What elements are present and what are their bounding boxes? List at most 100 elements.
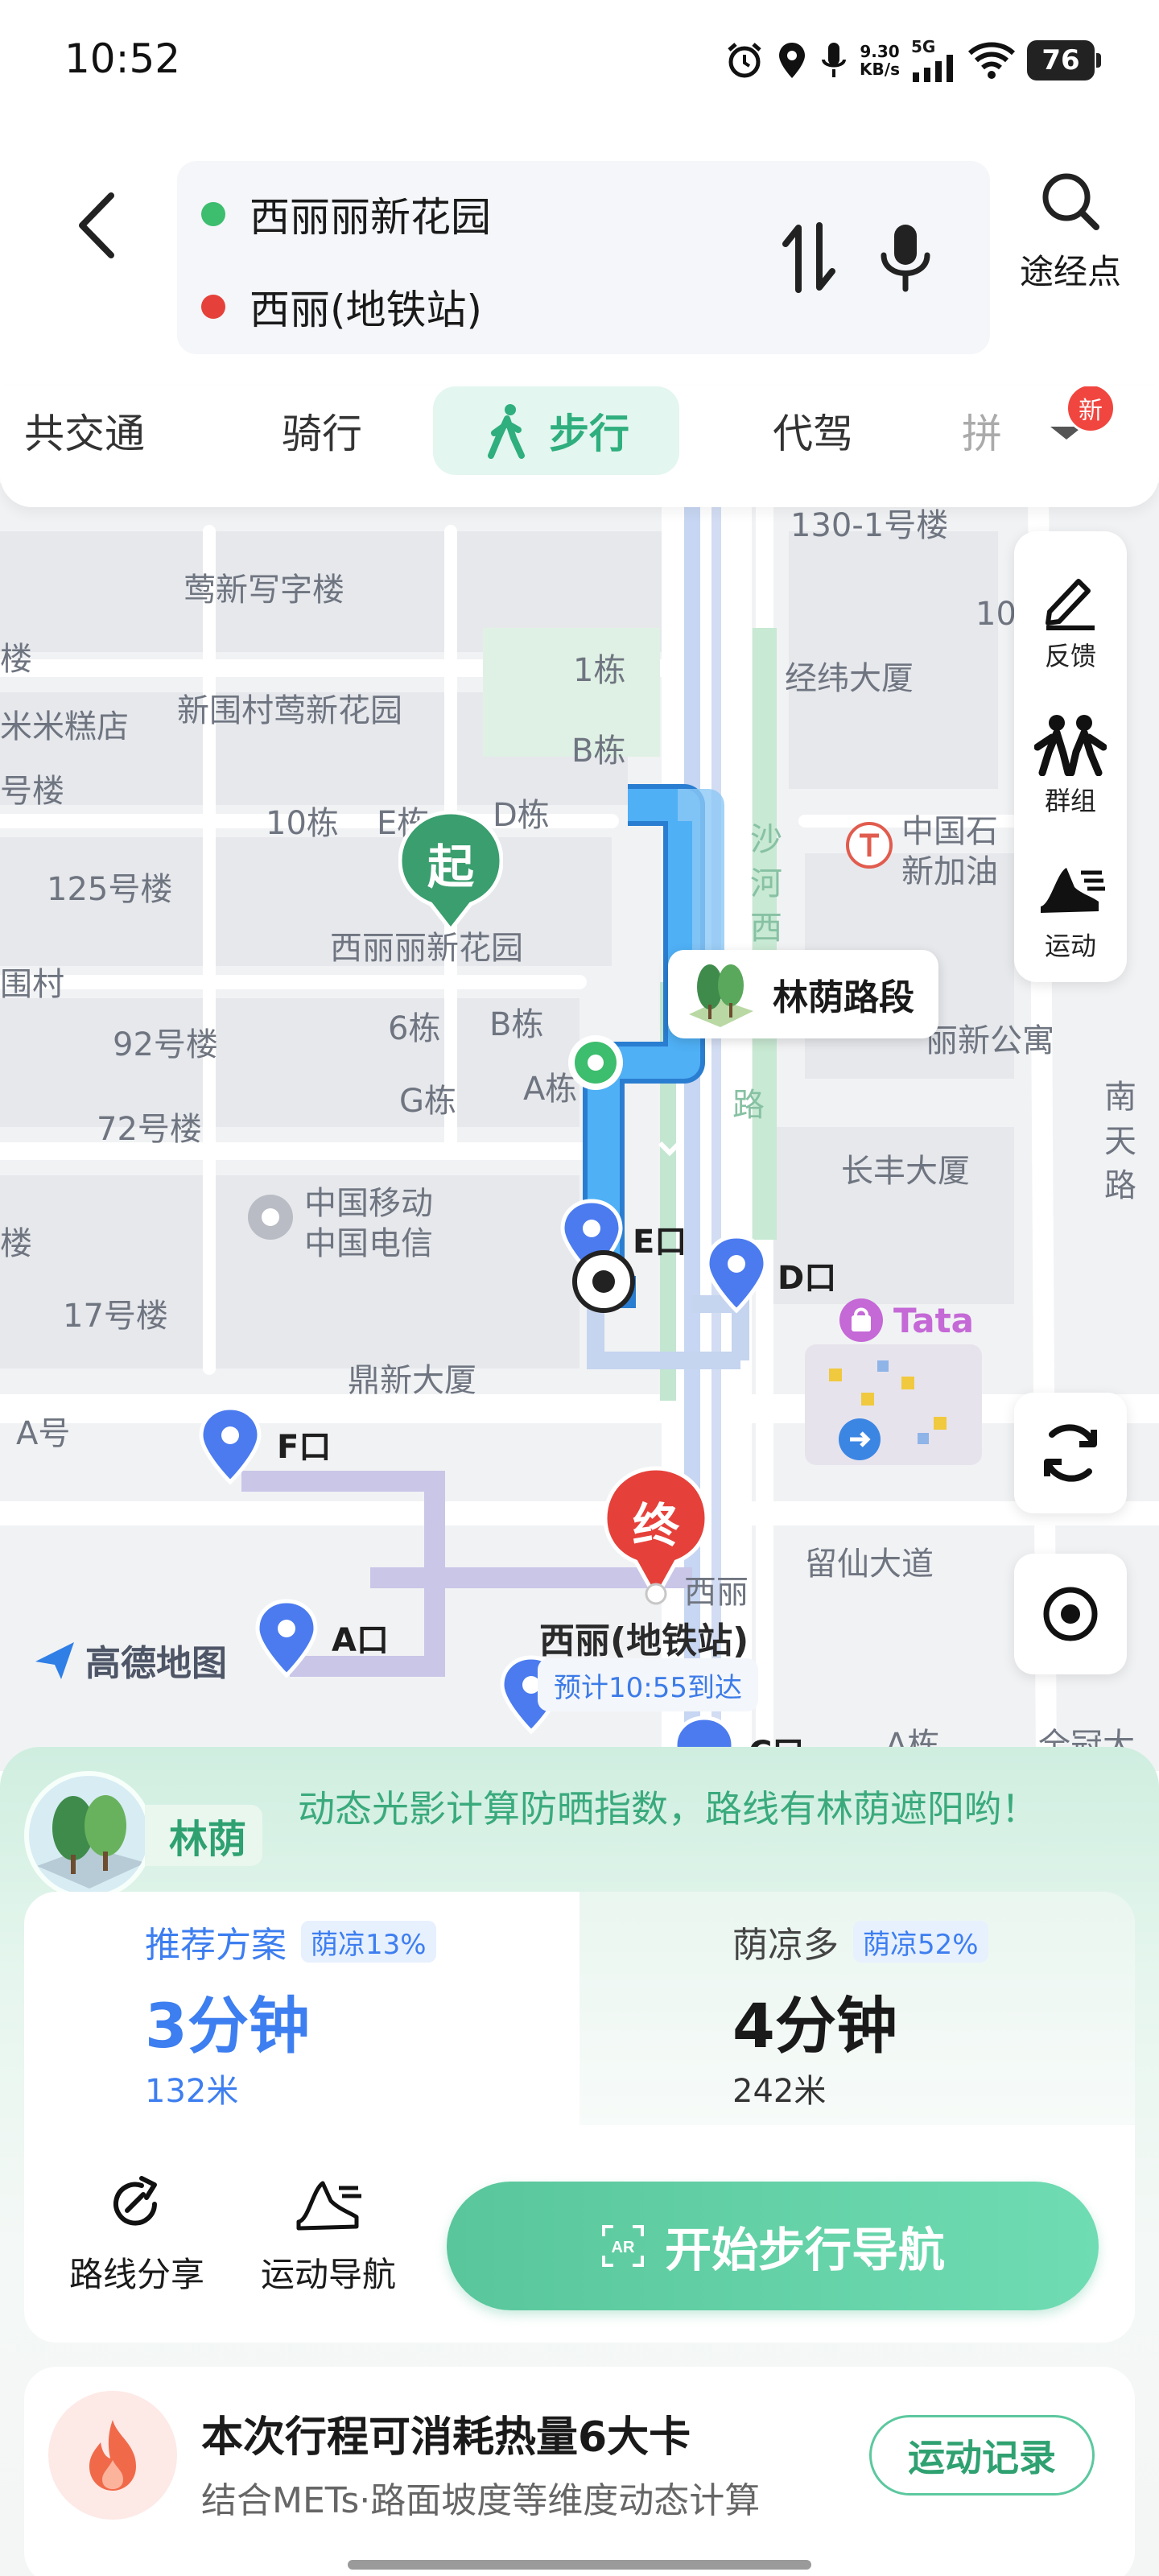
search-icon [1042,173,1099,230]
sport-nav-button[interactable]: 运动导航 [240,2174,417,2310]
map-label: 10 [975,596,1017,633]
sport-button[interactable]: 运动 [1014,837,1127,982]
map-label: 鼎新大厦 [348,1362,476,1399]
back-button[interactable] [64,177,129,274]
signal-icon: 5G [911,39,956,82]
more-modes-button[interactable]: 新 [1030,386,1119,475]
map-label: B栋 [489,1006,544,1043]
route-share-button[interactable]: 路线分享 [48,2174,225,2310]
map-label: 17号楼 [63,1298,168,1335]
plan-duration: 4分钟 [732,1990,897,2062]
trees-icon [689,964,753,1027]
status-icons: 9.30 KB/s 5G 76 [724,32,1101,89]
poi-tata[interactable]: Tata [837,1296,974,1344]
plan-name: 推荐方案 [145,1925,287,1966]
trees-icon [37,1795,146,1889]
map-label: 楼 [0,641,32,678]
tab-transit[interactable]: 共交通 [24,386,185,475]
destination-map-label: 西丽(地铁站) [539,1620,749,1662]
shade-badge: 荫凉52% [853,1921,988,1963]
map-label: G栋 [399,1083,456,1120]
status-bar: 10:52 9.30 KB/s 5G 76 [0,0,1159,121]
start-marker[interactable]: 起 [398,809,503,938]
building-3d-icon [805,1344,982,1465]
waypoint-button[interactable]: 途经点 [998,169,1143,314]
map-view[interactable]: 莺新写字楼 130-1号楼 10 楼 1栋 经纬大厦 米米糕店 新围村莺新花园 … [0,483,1159,1771]
shade-segment-callout[interactable]: 林荫路段 [668,950,938,1038]
swap-button[interactable] [773,217,845,298]
shopping-bag-icon [839,1298,883,1342]
exit-e-label[interactable]: E口 [633,1216,687,1262]
map-label: 号楼 [0,773,64,810]
tab-walking[interactable]: 步行 [433,386,679,475]
swap-icon [782,222,835,293]
status-time: 10:52 [64,35,181,82]
wifi-icon [967,42,1016,79]
end-marker[interactable]: 终 [604,1465,708,1606]
map-label: 路 [1104,1167,1136,1204]
waypoint-label: 途经点 [1019,252,1121,291]
battery-icon: 76 [1027,40,1101,80]
start-walking-navigation-button[interactable]: AR 开始步行导航 [447,2182,1099,2310]
walk-start-dot [568,1035,623,1090]
voice-input-button[interactable] [869,217,942,298]
map-label: 河 [750,865,782,902]
exit-f-label[interactable]: F口 [277,1421,331,1468]
map-label: 西 [750,910,782,947]
map-label: 10栋 [266,805,339,842]
origin-dot [201,202,225,226]
locate-me-button[interactable] [1014,1554,1127,1674]
back-arrow-icon [79,192,114,258]
pencil-icon [1046,579,1095,630]
current-location-icon [572,1250,635,1313]
destination-input[interactable]: 西丽(地铁站) [250,278,482,336]
shade-name-tag: 林荫 [145,1805,263,1866]
map-label: 中国电信 [304,1225,433,1262]
destination-row[interactable]: 西丽(地铁站) [201,278,482,336]
map-label: 丽新公寓 [926,1022,1054,1059]
map-label: 92号楼 [113,1026,218,1063]
map-label: 南 [1104,1079,1136,1116]
mic-icon [822,43,847,77]
exit-pin-icon [705,1234,768,1314]
group-icon [1034,715,1107,776]
running-shoe-icon [1041,868,1105,913]
exit-a-label[interactable]: A口 [332,1614,389,1661]
shade-badge: 荫凉13% [301,1921,436,1963]
exit-d-label[interactable]: D口 [777,1252,836,1298]
map-label: 6栋 [388,1010,441,1047]
map-label: 经纬大厦 [785,660,914,697]
share-icon [113,2176,157,2226]
eta-chip: 预计10:55到达 [538,1658,758,1711]
plan-more-shade[interactable]: 荫凉多 荫凉52% 4分钟 242米 [580,1892,1135,2125]
calorie-subtitle: 结合METs·路面坡度等维度动态计算 [201,2480,761,2521]
shade-banner[interactable]: 林荫 动态光影计算防晒指数，路线有林荫遮阳哟！ [24,1755,1135,1900]
plan-recommended[interactable]: 推荐方案 荫凉13% 3分钟 132米 [24,1892,580,2125]
microphone-icon [881,225,930,292]
svg-text:AR: AR [612,2239,635,2256]
map-label: 沙 [750,821,782,858]
map-side-panel: 反馈 群组 运动 [1014,531,1127,982]
sport-record-button[interactable]: 运动记录 [869,2415,1095,2496]
route-input-box: 西丽丽新花园 西丽(地铁站) [177,161,990,354]
origin-row[interactable]: 西丽丽新花园 [201,185,491,243]
tab-cycling[interactable]: 骑行 [258,386,386,475]
map-label: B栋 [571,733,626,770]
map-label: 新围村莺新花园 [177,692,402,729]
shade-avatar [24,1771,153,1900]
tab-designated-driver[interactable]: 代驾 [749,386,877,475]
walking-icon [488,404,525,459]
refresh-route-button[interactable] [1014,1393,1127,1513]
map-label: 新加油 [901,853,998,890]
origin-input[interactable]: 西丽丽新花园 [250,185,491,243]
fire-icon [48,2391,177,2520]
tab-carpool[interactable]: 拼 [950,386,1014,475]
exit-pin-icon [255,1599,318,1678]
feedback-button[interactable]: 反馈 [1014,547,1127,692]
refresh-icon [1044,1424,1097,1482]
home-indicator[interactable] [348,2560,811,2570]
plan-duration: 3分钟 [145,1990,310,2062]
running-shoe-icon [296,2181,361,2231]
group-button[interactable]: 群组 [1014,692,1127,837]
plan-distance: 132米 [145,2073,239,2110]
